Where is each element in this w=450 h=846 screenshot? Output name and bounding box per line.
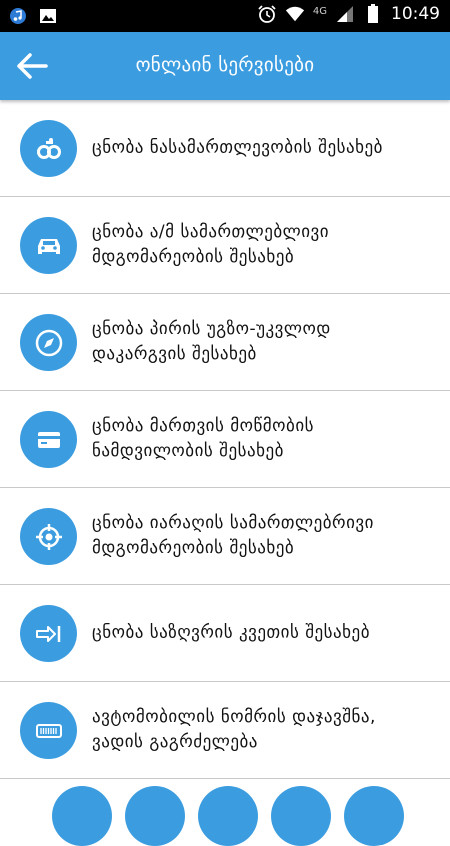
list-item-label: ცნობა საზღვრის კვეთის შესახებ xyxy=(92,622,370,643)
alarm-icon xyxy=(257,4,277,24)
list-item[interactable]: ცნობა ნასამართლევობის შესახებ xyxy=(0,100,450,197)
list-item[interactable]: ცნობა მართვის მოწმობის ნამდვილობის შესახ… xyxy=(0,391,450,488)
battery-icon xyxy=(363,4,383,24)
signal-icon xyxy=(335,4,355,24)
list-item[interactable]: ავტომობილის ნომრის დაჯავშნა, ვადის გაგრძ… xyxy=(0,682,450,779)
bottom-button[interactable] xyxy=(52,786,112,846)
bottom-button[interactable] xyxy=(125,786,185,846)
list-item[interactable]: ცნობა პირის უგზო-უკვლოდ დაკარგვის შესახე… xyxy=(0,294,450,391)
bottom-buttons-partial xyxy=(0,786,450,846)
bottom-button[interactable] xyxy=(344,786,404,846)
list-item-label: ცნობა იარაღის სამართლებრივი მდგომარეობის… xyxy=(92,513,374,558)
list-item-label: ცნობა პირის უგზო-უკვლოდ დაკარგვის შესახე… xyxy=(92,319,331,364)
image-icon xyxy=(38,6,58,26)
bottom-button[interactable] xyxy=(271,786,331,846)
status-bar: 4G 10:49 xyxy=(0,0,450,32)
network-type: 4G xyxy=(312,5,327,17)
list-item-label: ცნობა მართვის მოწმობის ნამდვილობის შესახ… xyxy=(92,416,315,461)
list-item-label: ცნობა ნასამართლევობის შესახებ xyxy=(92,137,383,158)
list-item[interactable]: ცნობა საზღვრის კვეთის შესახებ xyxy=(0,585,450,682)
list-item[interactable]: ცნობა იარაღის სამართლებრივი მდგომარეობის… xyxy=(0,488,450,585)
license-plate-icon xyxy=(20,702,77,759)
car-icon xyxy=(20,217,77,274)
music-icon xyxy=(8,6,28,26)
list-item-label: ავტომობილის ნომრის დაჯავშნა, ვადის გაგრძ… xyxy=(92,707,376,752)
clock: 10:49 xyxy=(391,4,440,24)
page-title: ონლაინ სერვისები xyxy=(135,54,315,76)
services-list: ცნობა ნასამართლევობის შესახებ ცნობა ა/მ … xyxy=(0,100,450,779)
list-item-label: ცნობა ა/მ სამართლებლივი მდგომარეობის შეს… xyxy=(92,222,330,267)
handcuffs-icon xyxy=(20,120,77,177)
crosshair-icon xyxy=(20,508,77,565)
bottom-button[interactable] xyxy=(198,786,258,846)
card-icon xyxy=(20,411,77,468)
app-bar: ონლაინ სერვისები xyxy=(0,32,450,100)
wifi-icon xyxy=(285,4,305,24)
list-item[interactable]: ცნობა ა/მ სამართლებლივი მდგომარეობის შეს… xyxy=(0,197,450,294)
compass-icon xyxy=(20,314,77,371)
border-crossing-icon xyxy=(20,605,77,662)
